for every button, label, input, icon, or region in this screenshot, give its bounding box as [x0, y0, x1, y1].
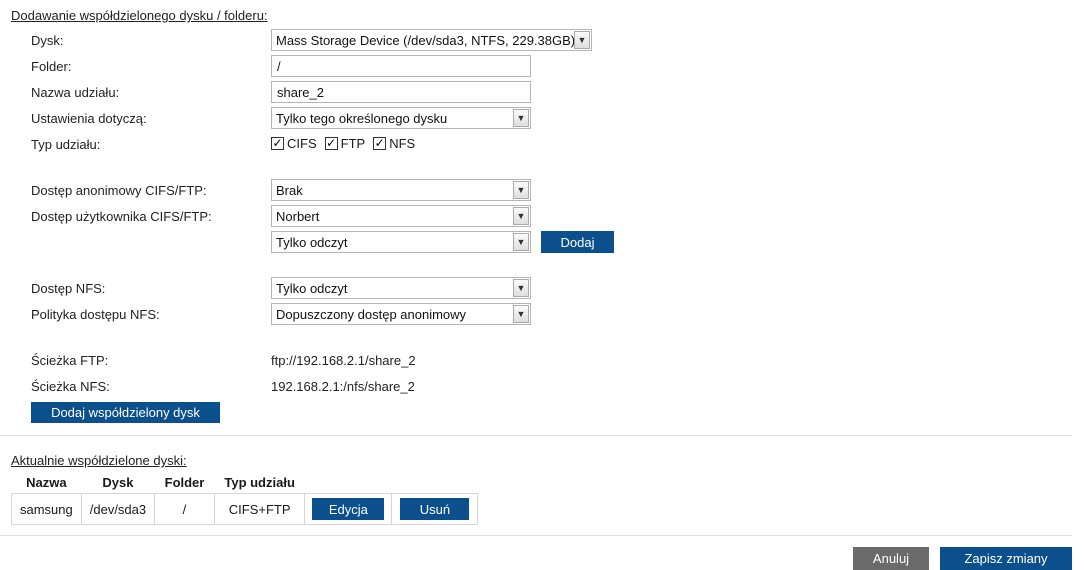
share-name-input[interactable]	[271, 81, 531, 103]
add-share-section-title: Dodawanie współdzielonego dysku / folder…	[11, 8, 268, 23]
nfs-path-label: Ścieżka NFS:	[31, 379, 110, 394]
chevron-down-icon: ▼	[513, 305, 529, 323]
row-edit-cell: Edycja	[304, 493, 393, 525]
folder-label: Folder:	[31, 59, 72, 74]
section-divider	[0, 435, 1072, 436]
footer-divider	[0, 535, 1072, 536]
nfs-path-value: 192.168.2.1:/nfs/share_2	[271, 379, 415, 394]
settings-select[interactable]: Tylko tego określonego dysku ▼	[271, 107, 531, 129]
user-access-label: Dostęp użytkownika CIFS/FTP:	[31, 209, 212, 224]
nfs-policy-label: Polityka dostępu NFS:	[31, 307, 160, 322]
share-type-cifs-label: CIFS	[287, 136, 317, 151]
share-type-ftp-label: FTP	[340, 136, 366, 151]
shares-table-header: Nazwa Dysk Folder Typ udziału	[12, 471, 478, 494]
nfs-policy-select-value: Dopuszczony dostęp anonimowy	[276, 306, 467, 322]
chevron-down-icon: ▼	[513, 233, 529, 251]
settings-label: Ustawienia dotyczą:	[31, 111, 147, 126]
column-header-disk: Dysk	[102, 474, 134, 490]
table-row: samsung /dev/sda3 / CIFS+FTP Edycja Usuń	[11, 493, 479, 525]
add-user-button[interactable]: Dodaj	[541, 231, 614, 253]
user-permission-select[interactable]: Tylko odczyt ▼	[271, 231, 531, 253]
row-disk: /dev/sda3	[80, 493, 156, 525]
anon-access-select[interactable]: Brak ▼	[271, 179, 531, 201]
column-header-folder: Folder	[164, 474, 205, 490]
chevron-down-icon: ▼	[513, 279, 529, 297]
share-name-label: Nazwa udziału:	[31, 85, 120, 100]
column-header-name: Nazwa	[26, 474, 67, 490]
column-header-type: Typ udziału	[224, 474, 295, 490]
user-permission-select-value: Tylko odczyt	[276, 234, 348, 250]
row-type: CIFS+FTP	[213, 493, 306, 525]
checkbox-checked-icon[interactable]: ✓	[373, 137, 387, 150]
share-type-nfs-label: NFS	[389, 136, 416, 151]
chevron-down-icon: ▼	[513, 207, 529, 225]
checkbox-checked-icon[interactable]: ✓	[271, 137, 284, 150]
nfs-access-select[interactable]: Tylko odczyt ▼	[271, 277, 531, 299]
row-name: samsung	[11, 493, 82, 525]
ftp-path-label: Ścieżka FTP:	[31, 353, 109, 368]
edit-button[interactable]: Edycja	[312, 498, 385, 520]
share-type-checkboxes: ✓ CIFS ✓ FTP ✓ NFS	[271, 136, 419, 151]
ftp-path-value: ftp://192.168.2.1/share_2	[271, 353, 416, 368]
share-type-label: Typ udziału:	[31, 137, 101, 152]
share-type-ftp[interactable]: ✓ FTP	[324, 136, 366, 151]
row-folder: /	[154, 493, 215, 525]
row-delete-cell: Usuń	[391, 493, 479, 525]
user-select-value: Norbert	[276, 208, 320, 224]
chevron-down-icon: ▼	[513, 109, 529, 127]
nfs-access-label: Dostęp NFS:	[31, 281, 106, 296]
chevron-down-icon: ▼	[574, 31, 590, 49]
anon-access-select-value: Brak	[276, 182, 303, 198]
delete-button[interactable]: Usuń	[400, 498, 470, 520]
shares-table: Nazwa Dysk Folder Typ udziału samsung /d…	[11, 471, 479, 525]
checkbox-checked-icon[interactable]: ✓	[324, 137, 338, 150]
nfs-access-select-value: Tylko odczyt	[276, 280, 348, 296]
share-type-cifs[interactable]: ✓ CIFS	[271, 136, 317, 151]
column-header-delete	[392, 471, 478, 494]
current-shares-section-title: Aktualnie współdzielone dyski:	[11, 453, 187, 468]
disk-select-value: Mass Storage Device (/dev/sda3, NTFS, 22…	[276, 32, 574, 48]
nfs-policy-select[interactable]: Dopuszczony dostęp anonimowy ▼	[271, 303, 531, 325]
anon-access-label: Dostęp anonimowy CIFS/FTP:	[31, 183, 207, 198]
user-select[interactable]: Norbert ▼	[271, 205, 531, 227]
folder-input[interactable]	[271, 55, 531, 77]
settings-select-value: Tylko tego określonego dysku	[276, 110, 448, 126]
add-share-button[interactable]: Dodaj współdzielony dysk	[31, 402, 220, 423]
chevron-down-icon: ▼	[513, 181, 529, 199]
share-type-nfs[interactable]: ✓ NFS	[373, 136, 415, 151]
cancel-button[interactable]: Anuluj	[853, 547, 929, 570]
save-changes-button[interactable]: Zapisz zmiany	[940, 547, 1072, 570]
column-header-edit	[305, 471, 392, 494]
disk-select[interactable]: Mass Storage Device (/dev/sda3, NTFS, 22…	[271, 29, 592, 51]
disk-label: Dysk:	[31, 33, 64, 48]
